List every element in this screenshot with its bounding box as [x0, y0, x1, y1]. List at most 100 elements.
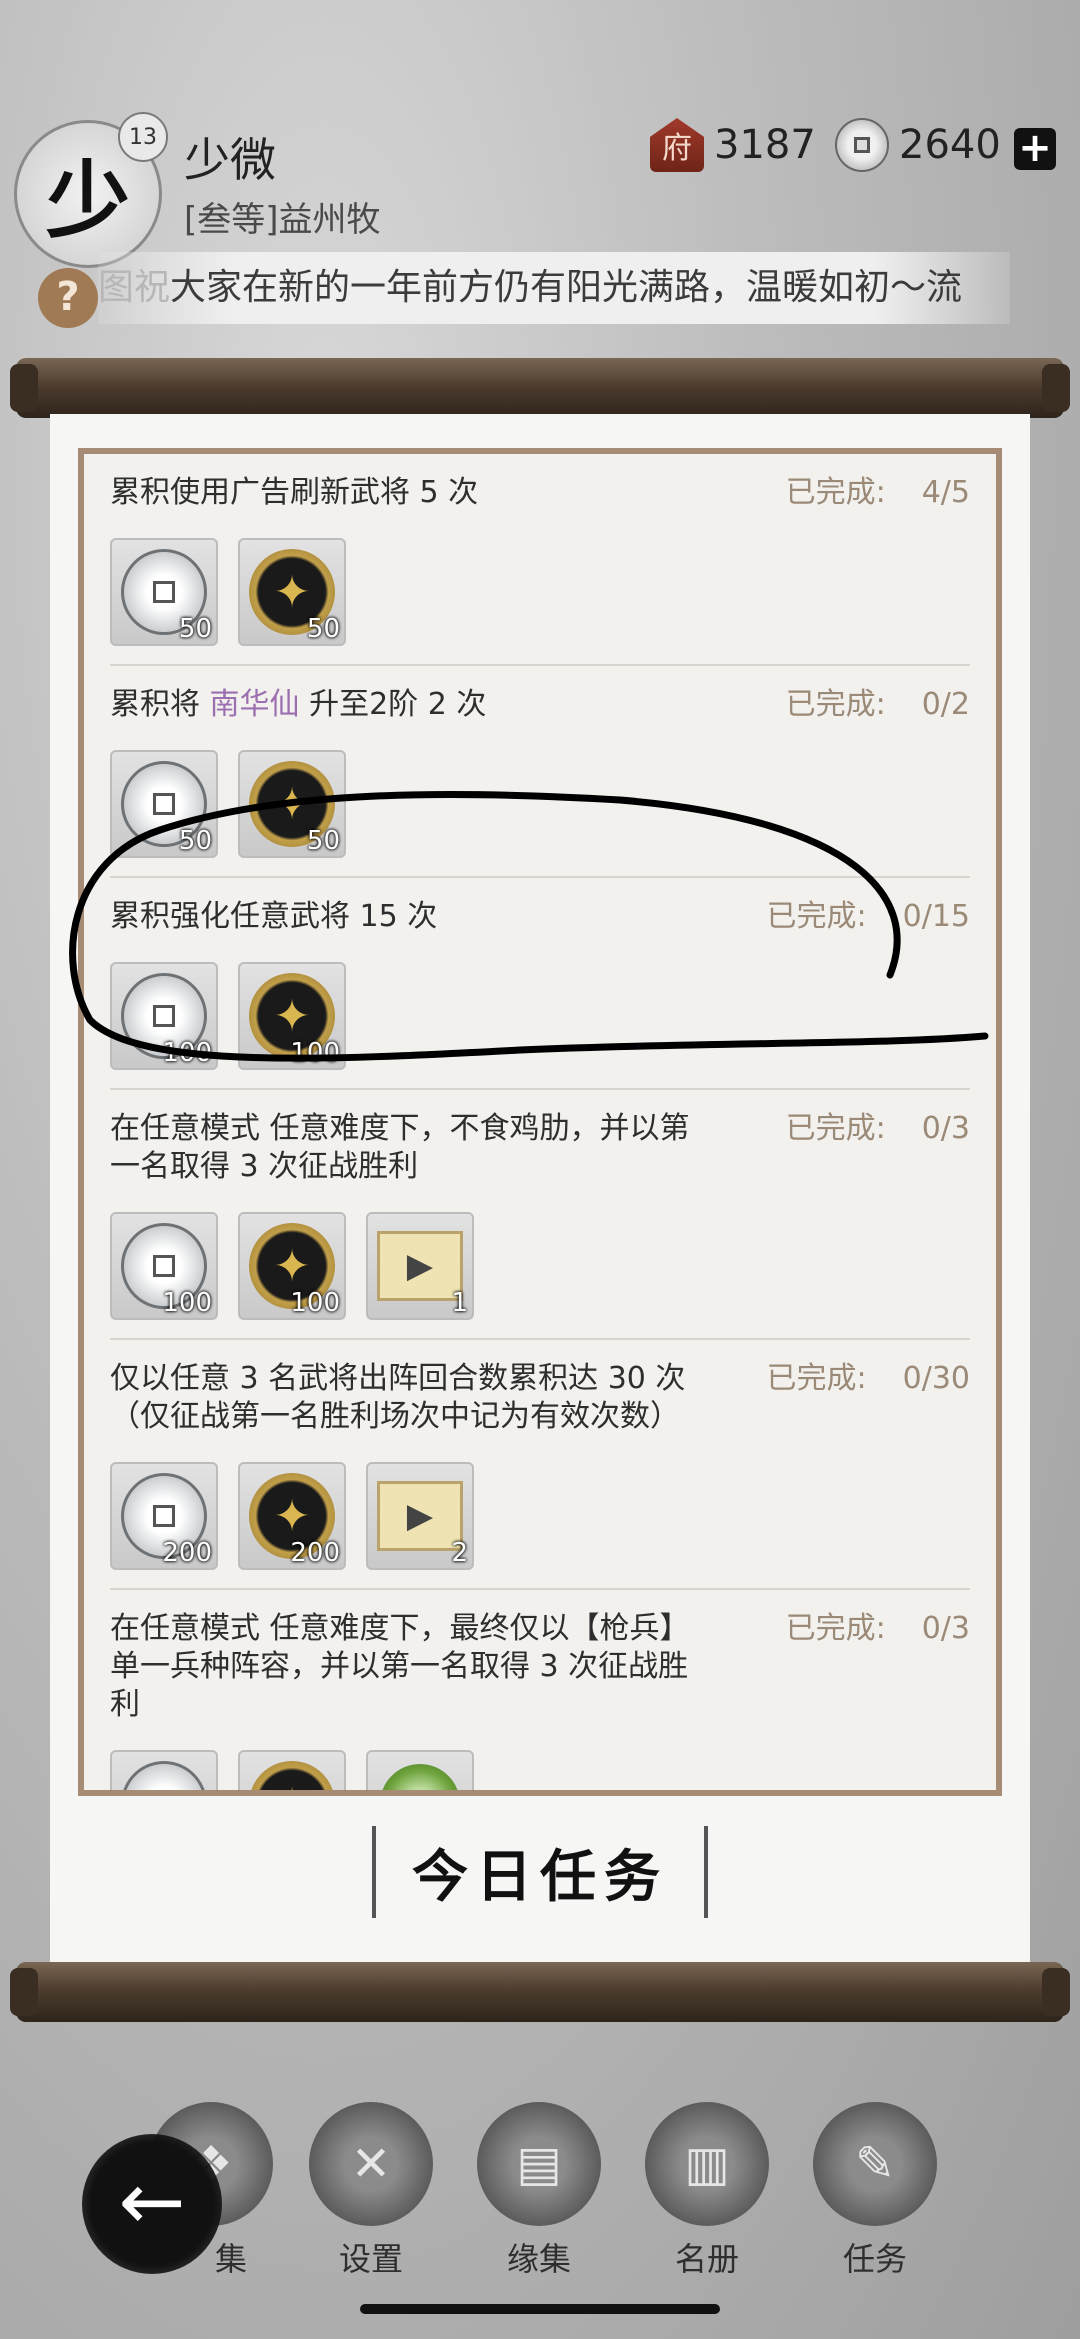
reward-item[interactable] — [110, 1750, 218, 1790]
reward-amount: 200 — [290, 1538, 340, 1568]
reward-item[interactable]: ▶ 1 — [366, 1212, 474, 1320]
reward-amount: 200 — [162, 1538, 212, 1568]
reward-amount: 50 — [178, 614, 212, 644]
reward-item[interactable]: 100 — [110, 1212, 218, 1320]
reward-amount: 100 — [290, 1038, 340, 1068]
task-scroll-icon: ✎ — [813, 2102, 937, 2226]
nav-item-fate[interactable]: ▤ 缘集 — [464, 2102, 614, 2280]
task-description: 在任意模式 任意难度下，不食鸡肋，并以第一名取得 3 次征战胜利 — [110, 1111, 690, 1184]
reward-row: 100 ✦ 100 ▶ 1 — [110, 1212, 970, 1320]
nav-label: 任务 — [842, 2240, 907, 2278]
house-icon: 府 — [650, 118, 704, 172]
help-button[interactable]: ? — [38, 268, 98, 328]
home-indicator[interactable] — [360, 2304, 720, 2314]
coin-icon — [835, 118, 889, 172]
task-description: 累积将 南华仙 升至2阶 2 次 — [110, 686, 709, 724]
reward-row: 100 ✦ 100 — [110, 962, 970, 1070]
task-item: 在任意模式 任意难度下，最终仅以【枪兵】单一兵种阵容，并以第一名取得 3 次征战… — [110, 1590, 970, 1790]
add-currency-button[interactable]: + — [1014, 128, 1056, 170]
task-item: 仅以任意 3 名武将出阵回合数累积达 30 次（仅征战第一名胜利场次中记为有效次… — [110, 1340, 970, 1590]
reward-item[interactable]: 50 — [110, 750, 218, 858]
currency-b: 2640 — [835, 118, 1001, 172]
settings-icon: ✕ — [309, 2102, 433, 2226]
status-label: 已完成: — [785, 687, 886, 722]
reward-item[interactable]: 100 — [110, 962, 218, 1070]
task-description: 累积强化任意武将 15 次 — [110, 899, 438, 934]
task-progress: 0/3 — [921, 1611, 970, 1646]
nav-label: 缘集 — [506, 2240, 571, 2278]
back-button[interactable]: ← — [82, 2134, 222, 2274]
hero-name-link[interactable]: 南华仙 — [210, 687, 300, 722]
nav-item-settings[interactable]: ✕ 设置 — [296, 2102, 446, 2280]
reward-amount: 50 — [306, 614, 340, 644]
gold-coin-icon: ✦ — [249, 1761, 335, 1790]
reward-row: 200 ✦ 200 ▶ 2 — [110, 1462, 970, 1570]
book-icon: ▤ — [477, 2102, 601, 2226]
task-item: 累积使用广告刷新武将 5 次 已完成: 4/5 50 ✦ 50 — [110, 454, 970, 666]
reward-amount: 50 — [178, 826, 212, 856]
currency-a-value: 3187 — [714, 122, 816, 168]
status-label: 已完成: — [785, 475, 886, 510]
task-progress: 4/5 — [921, 475, 970, 510]
reward-row: 50 ✦ 50 — [110, 750, 970, 858]
reward-row: 50 ✦ 50 — [110, 538, 970, 646]
nav-item-tasks[interactable]: ✎ 任务 — [800, 2102, 950, 2280]
scroll-rod-top — [10, 358, 1070, 418]
marquee-text: 大家在新的一年前方仍有阳光满路，温暖如初～流 — [170, 267, 963, 308]
task-desc-post: 升至2阶 2 次 — [299, 687, 487, 722]
nav-item-roster[interactable]: ▥ 名册 — [632, 2102, 782, 2280]
status-label: 已完成: — [785, 1111, 886, 1146]
task-list: 累积使用广告刷新武将 5 次 已完成: 4/5 50 ✦ 50 累积将 南华仙 … — [84, 454, 996, 1790]
task-progress: 0/30 — [902, 1361, 970, 1396]
task-progress: 0/2 — [921, 687, 970, 722]
task-description: 累积使用广告刷新武将 5 次 — [110, 475, 479, 510]
green-disc-icon — [380, 1764, 460, 1790]
task-desc-pre: 累积将 — [110, 687, 210, 722]
nav-label: 设置 — [338, 2240, 403, 2278]
reward-item[interactable]: ✦ 200 — [238, 1462, 346, 1570]
reward-item[interactable]: ✦ — [238, 1750, 346, 1790]
reward-item[interactable]: 50 — [110, 538, 218, 646]
task-list-frame[interactable]: 累积使用广告刷新武将 5 次 已完成: 4/5 50 ✦ 50 累积将 南华仙 … — [78, 448, 1002, 1796]
status-label: 已完成: — [785, 1611, 886, 1646]
avatar-glyph: 少 — [45, 150, 130, 250]
announcement-marquee: 图祝大家在新的一年前方仍有阳光满路，温暖如初～流 — [98, 252, 1010, 324]
status-label: 已完成: — [766, 899, 867, 934]
task-progress: 0/15 — [902, 899, 970, 934]
nav-label: 名册 — [674, 2240, 739, 2278]
reward-amount: 50 — [306, 826, 340, 856]
roster-icon: ▥ — [645, 2102, 769, 2226]
task-item: 在任意模式 任意难度下，不食鸡肋，并以第一名取得 3 次征战胜利 已完成: 0/… — [110, 1090, 970, 1340]
reward-amount: 2 — [451, 1538, 468, 1568]
task-description: 在任意模式 任意难度下，最终仅以【枪兵】单一兵种阵容，并以第一名取得 3 次征战… — [110, 1611, 690, 1722]
reward-amount: 100 — [162, 1038, 212, 1068]
task-status: 已完成: 4/5 — [709, 474, 970, 512]
task-status: 已完成: 0/2 — [709, 686, 970, 724]
reward-item[interactable]: 200 — [110, 1462, 218, 1570]
task-description: 仅以任意 3 名武将出阵回合数累积达 30 次（仅征战第一名胜利场次中记为有效次… — [110, 1361, 686, 1434]
task-status: 已完成: 0/15 — [709, 898, 970, 936]
level-badge: 13 — [118, 112, 168, 162]
reward-item[interactable]: ✦ 100 — [238, 1212, 346, 1320]
reward-amount: 1 — [451, 1288, 468, 1318]
status-label: 已完成: — [766, 1361, 867, 1396]
scroll-rod-bottom — [10, 1962, 1070, 2022]
reward-item[interactable]: ✦ 50 — [238, 750, 346, 858]
reward-item[interactable]: ✦ 50 — [238, 538, 346, 646]
task-item: 累积将 南华仙 升至2阶 2 次 已完成: 0/2 50 ✦ 50 — [110, 666, 970, 878]
marquee-dim-text: 图祝 — [98, 267, 171, 308]
reward-item[interactable]: ▶ 2 — [366, 1462, 474, 1570]
task-progress: 0/3 — [921, 1111, 970, 1146]
currency-a: 府 3187 — [650, 118, 816, 172]
task-status: 已完成: 0/30 — [709, 1360, 970, 1436]
reward-amount: 100 — [290, 1288, 340, 1318]
task-status: 已完成: 0/3 — [709, 1110, 970, 1186]
reward-item[interactable]: ✦ 100 — [238, 962, 346, 1070]
silver-coin-icon — [121, 1761, 207, 1790]
reward-row: ✦ — [110, 1750, 970, 1790]
task-status: 已完成: 0/3 — [709, 1610, 970, 1724]
reward-item[interactable] — [366, 1750, 474, 1790]
player-title: [叁等]益州牧 — [184, 200, 381, 240]
tab-daily-tasks[interactable]: 今日任务 — [372, 1826, 708, 1918]
player-name: 少微 — [184, 133, 276, 187]
